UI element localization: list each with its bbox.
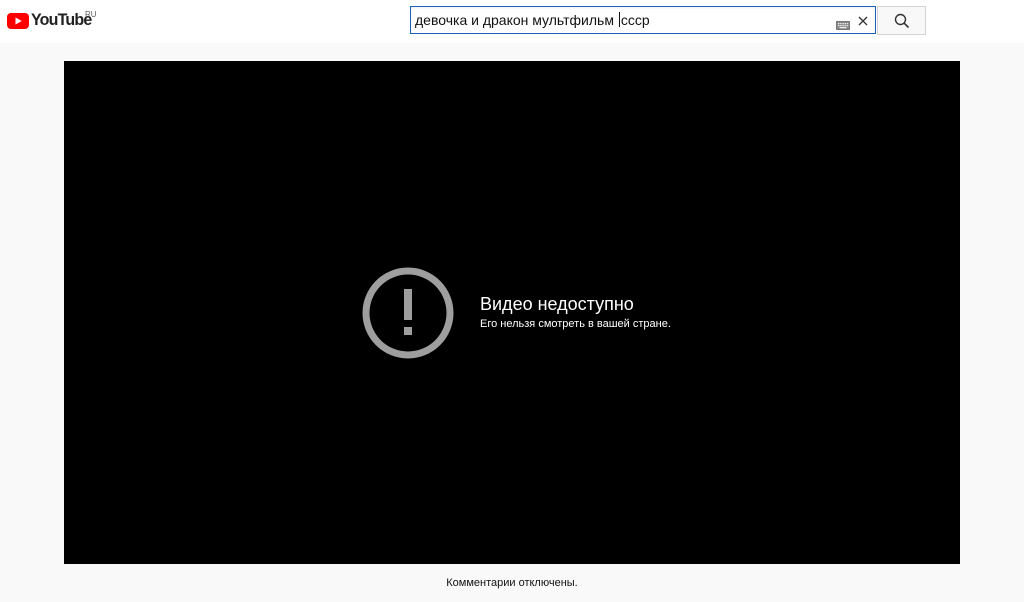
error-title: Видео недоступно (480, 294, 634, 314)
logo-country-code: RU (85, 10, 97, 19)
youtube-logo-icon (7, 13, 29, 29)
alert-circle-icon (362, 267, 454, 359)
search-button[interactable] (877, 6, 926, 35)
comments-status: Комментарии отключены. (446, 577, 578, 589)
text-caret (618, 12, 620, 27)
search-input-text-before-caret: девочка и дракон мультфильм (415, 12, 618, 28)
youtube-logo[interactable]: YouTube RU (7, 10, 97, 31)
search-input[interactable]: девочка и дракон мультфильм ссср (415, 7, 825, 33)
search-box[interactable]: девочка и дракон мультфильм ссср (410, 6, 876, 34)
error-subtitle: Его нельзя смотреть в вашей стране. (480, 318, 671, 330)
logo-text: YouTube (31, 11, 92, 30)
video-player[interactable]: Видео недоступно Его нельзя смотреть в в… (64, 61, 960, 564)
search-input-text-after-caret: ссср (620, 12, 650, 28)
masthead: YouTube RU девочка и дракон мультфильм с… (0, 0, 1024, 43)
keyboard-icon[interactable] (836, 17, 850, 35)
clear-icon[interactable] (857, 14, 869, 32)
search-icon (894, 13, 909, 28)
